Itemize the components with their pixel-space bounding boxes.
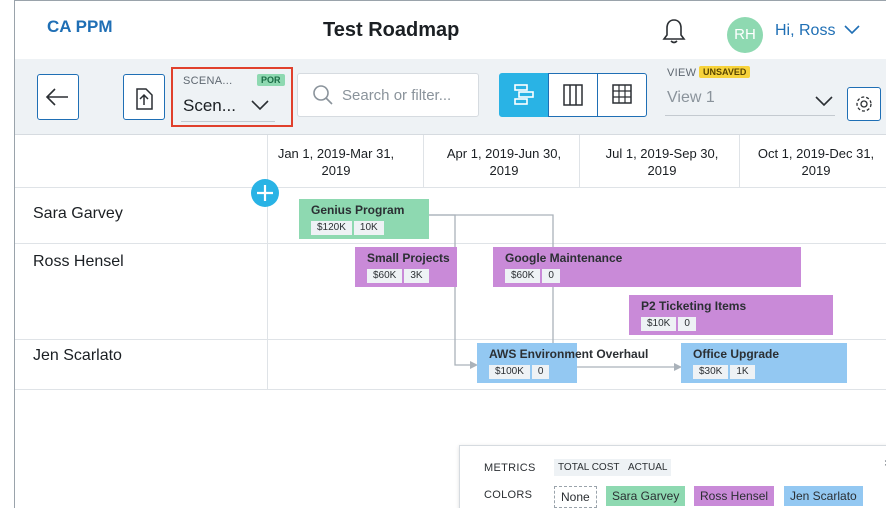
- cost-chip: $120K: [311, 221, 352, 235]
- cost-chip: $30K: [693, 365, 729, 379]
- grid-view-button[interactable]: [597, 73, 647, 117]
- chevron-down-icon[interactable]: [815, 95, 833, 107]
- plus-icon: [257, 185, 273, 201]
- color-option-none[interactable]: None: [554, 486, 597, 508]
- roadmap-item[interactable]: Genius Program $120K 10K: [299, 199, 429, 239]
- roadmap-item[interactable]: Google Maintenance $60K 0: [493, 247, 801, 287]
- actual-chip: 0: [542, 269, 560, 283]
- color-option-ross-hensel[interactable]: Ross Hensel: [694, 486, 775, 506]
- chevron-down-icon: [844, 25, 860, 35]
- unsaved-badge: UNSAVED: [699, 66, 751, 78]
- app-frame: CA PPM Test Roadmap RH Hi, Ross SCENA...…: [14, 0, 886, 508]
- roadmap-item[interactable]: P2 Ticketing Items $10K 0: [629, 295, 833, 335]
- metric-chip[interactable]: ACTUAL: [624, 459, 672, 476]
- column-divider: [423, 135, 424, 187]
- board-view-button[interactable]: [548, 73, 598, 117]
- roadmap-item[interactable]: Office Upgrade $30K 1K: [681, 343, 847, 383]
- period-header: Oct 1, 2019-Dec 31, 2019: [757, 146, 875, 178]
- header-divider: [15, 187, 886, 188]
- por-badge: POR: [257, 74, 285, 86]
- columns-icon: [563, 84, 583, 106]
- legend-panel: METRICS TOTAL COST ACTUAL × COLORS None …: [459, 445, 886, 508]
- roadmap-timeline: Jan 1, 2019-Mar 31, 2019 Apr 1, 2019-Jun …: [15, 135, 886, 508]
- column-divider: [739, 135, 740, 187]
- actual-chip: 10K: [353, 221, 384, 235]
- period-header: Apr 1, 2019-Jun 30, 2019: [446, 146, 562, 178]
- timeline-view-button[interactable]: [499, 73, 549, 117]
- bell-icon[interactable]: [661, 17, 687, 45]
- grid-icon: [612, 84, 632, 104]
- scenario-selector[interactable]: SCENA... POR Scen...: [171, 67, 293, 127]
- owner-label: Sara Garvey: [33, 205, 123, 222]
- app-header: CA PPM Test Roadmap RH Hi, Ross: [15, 1, 886, 59]
- period-header: Jul 1, 2019-Sep 30, 2019: [605, 146, 719, 178]
- color-option-jen-scarlato[interactable]: Jen Scarlato: [784, 486, 863, 506]
- export-button[interactable]: [123, 74, 165, 120]
- scenario-value: Scen...: [183, 96, 236, 115]
- export-icon: [136, 88, 153, 110]
- back-button[interactable]: [37, 74, 79, 120]
- avatar[interactable]: RH: [727, 17, 763, 53]
- page-title: Test Roadmap: [323, 19, 460, 41]
- cost-chip: $100K: [489, 365, 530, 379]
- cost-chip: $10K: [641, 317, 677, 331]
- settings-button[interactable]: [847, 87, 881, 121]
- actual-chip: 0: [531, 365, 550, 379]
- view-underline: [665, 115, 835, 116]
- add-item-button[interactable]: [251, 179, 279, 207]
- arrow-left-icon: [45, 88, 68, 106]
- column-divider: [579, 135, 580, 187]
- name-column-divider: [267, 135, 268, 389]
- timeline-icon: [514, 84, 534, 105]
- metrics-label: METRICS: [484, 462, 536, 474]
- view-selector[interactable]: View 1: [667, 89, 715, 107]
- search-box[interactable]: [297, 73, 479, 117]
- cost-chip: $60K: [367, 269, 403, 283]
- owner-label: Ross Hensel: [33, 253, 124, 270]
- colors-label: COLORS: [484, 489, 533, 501]
- brand-logo[interactable]: CA PPM: [47, 17, 113, 37]
- roadmap-item[interactable]: AWS Environment Overhaul $100K 0: [477, 343, 648, 383]
- row-divider: [15, 389, 886, 390]
- search-icon: [313, 85, 333, 105]
- view-label: VIEW: [667, 67, 697, 79]
- chevron-down-icon: [251, 100, 269, 111]
- user-greeting: Hi, Ross: [775, 22, 836, 39]
- scenario-label: SCENA...: [183, 75, 233, 87]
- row-divider: [15, 243, 886, 244]
- search-input[interactable]: [342, 84, 472, 106]
- user-menu[interactable]: Hi, Ross: [775, 22, 860, 40]
- row-divider: [15, 339, 886, 340]
- actual-chip: 0: [678, 317, 696, 331]
- actual-chip: 1K: [730, 365, 755, 379]
- scenario-underline: [181, 121, 275, 122]
- roadmap-item[interactable]: Small Projects $60K 3K: [355, 247, 457, 287]
- period-header: Jan 1, 2019-Mar 31, 2019: [277, 146, 395, 178]
- actual-chip: 3K: [404, 269, 429, 283]
- color-option-sara-garvey[interactable]: Sara Garvey: [606, 486, 686, 506]
- gear-icon: [856, 96, 872, 112]
- cost-chip: $60K: [505, 269, 541, 283]
- owner-label: Jen Scarlato: [33, 347, 122, 364]
- metric-chip[interactable]: TOTAL COST: [554, 459, 624, 476]
- toolbar: SCENA... POR Scen... VIEW UNSAVED View 1: [15, 59, 886, 135]
